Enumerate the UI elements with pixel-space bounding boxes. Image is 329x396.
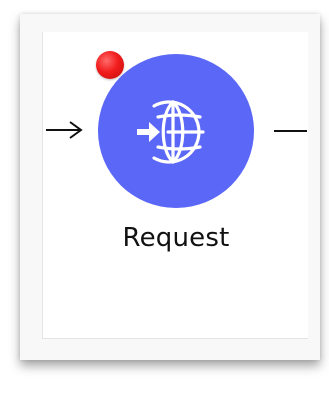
incoming-arrow-icon: [46, 121, 83, 139]
workflow-canvas-screenshot: Request: [0, 0, 329, 396]
node-label: Request: [122, 223, 230, 253]
outgoing-connector-line: [274, 130, 307, 132]
error-status-badge: [96, 51, 124, 79]
globe-enter-icon: [137, 100, 205, 164]
